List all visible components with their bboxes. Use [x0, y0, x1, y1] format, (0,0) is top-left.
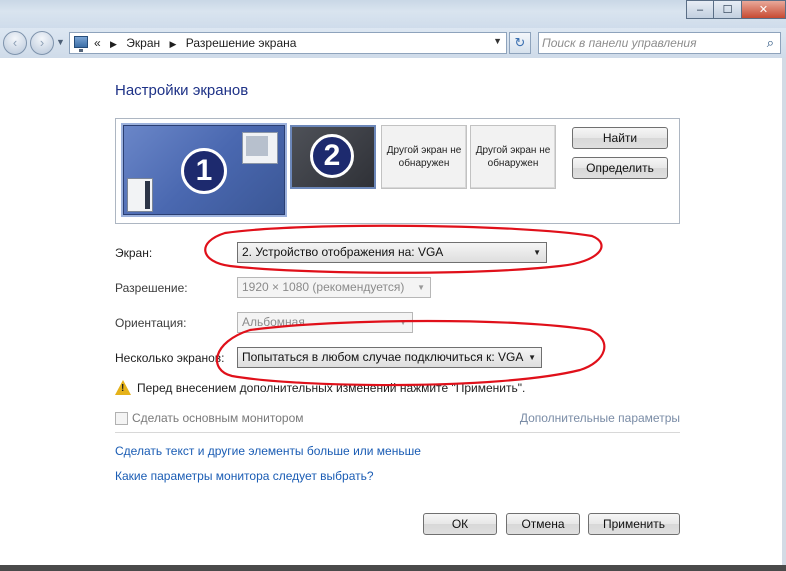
- multiple-displays-select[interactable]: Попытаться в любом случае подключиться к…: [237, 347, 542, 368]
- forward-button[interactable]: ›: [30, 31, 54, 55]
- orientation-select-value: Альбомная: [242, 315, 305, 329]
- warning-icon-mark: !: [121, 383, 125, 394]
- multiple-displays-label: Несколько экранов:: [115, 351, 225, 365]
- text-size-link[interactable]: Сделать текст и другие элементы больше и…: [115, 444, 421, 458]
- resolution-select: 1920 × 1080 (рекомендуется) ▼: [237, 277, 431, 298]
- screen-label: Экран:: [115, 246, 153, 260]
- orientation-label: Ориентация:: [115, 316, 187, 330]
- address-bar[interactable]: « ▶ Экран ▶ Разрешение экрана ▼: [69, 32, 507, 54]
- back-button[interactable]: ‹: [3, 31, 27, 55]
- navigation-bar: ‹ › ▼ « ▶ Экран ▶ Разрешение экрана ▼ ↻ …: [0, 28, 786, 58]
- title-bar: – ☐ ✕: [0, 0, 786, 28]
- breadcrumb-item-resolution[interactable]: Разрешение экрана: [186, 36, 297, 50]
- refresh-button[interactable]: ↻: [509, 32, 531, 54]
- find-button[interactable]: Найти: [572, 127, 668, 149]
- monitor-arrangement-panel: 1 2 Другой экран не обнаружен Другой экр…: [115, 118, 680, 224]
- monitor-2[interactable]: 2: [290, 125, 376, 189]
- address-dropdown-icon[interactable]: ▼: [493, 36, 502, 46]
- window-right-edge: [782, 58, 786, 565]
- chevron-down-icon: ▼: [533, 248, 541, 257]
- monitor-1[interactable]: 1: [123, 125, 285, 215]
- monitor-number: 2: [310, 134, 354, 178]
- multiple-displays-select-value: Попытаться в любом случае подключиться к…: [242, 350, 524, 364]
- chevron-down-icon: ▼: [417, 283, 425, 292]
- identify-button[interactable]: Определить: [572, 157, 668, 179]
- close-button[interactable]: ✕: [742, 0, 786, 19]
- cancel-button[interactable]: Отмена: [506, 513, 580, 535]
- back-arrow-icon: ‹: [12, 35, 18, 50]
- screen-select[interactable]: 2. Устройство отображения на: VGA ▼: [237, 242, 547, 263]
- desktop-window-thumbnail: [242, 132, 278, 164]
- desktop-taskbar-thumbnail: [127, 178, 153, 212]
- window-bottom-edge: [0, 565, 786, 571]
- warning-text: Перед внесением дополнительных изменений…: [137, 381, 526, 395]
- chevron-down-icon: ▼: [528, 353, 536, 362]
- resolution-label: Разрешение:: [115, 281, 188, 295]
- maximize-button[interactable]: ☐: [714, 0, 742, 19]
- monitor-help-link[interactable]: Какие параметры монитора следует выбрать…: [115, 469, 374, 483]
- window-controls: – ☐ ✕: [686, 0, 786, 19]
- page-title: Настройки экранов: [115, 82, 249, 99]
- breadcrumb-item-display[interactable]: Экран: [126, 36, 160, 50]
- advanced-settings-link[interactable]: Дополнительные параметры: [520, 411, 680, 425]
- monitor-number: 1: [181, 148, 227, 194]
- breadcrumb: « ▶ Экран ▶ Разрешение экрана: [94, 36, 296, 50]
- orientation-select: Альбомная ▼: [237, 312, 413, 333]
- breadcrumb-separator-icon: ▶: [169, 39, 177, 49]
- refresh-icon: ↻: [514, 35, 526, 50]
- divider: [115, 432, 680, 433]
- search-input[interactable]: [542, 35, 752, 51]
- make-primary-label: Сделать основным монитором: [132, 411, 304, 425]
- chevron-down-icon: ▼: [399, 318, 407, 327]
- breadcrumb-overflow[interactable]: «: [94, 36, 101, 50]
- undetected-monitor-label: Другой экран не обнаружен: [386, 145, 462, 169]
- control-panel-icon: [74, 36, 88, 52]
- make-primary-checkbox[interactable]: [115, 412, 128, 425]
- recent-pages-dropdown[interactable]: ▼: [56, 37, 65, 47]
- ok-button[interactable]: ОК: [423, 513, 497, 535]
- minimize-button[interactable]: –: [686, 0, 714, 19]
- main-content: Настройки экранов 1 2 Другой экран не об…: [0, 58, 786, 565]
- apply-button[interactable]: Применить: [588, 513, 680, 535]
- undetected-monitor-label: Другой экран не обнаружен: [475, 145, 551, 169]
- undetected-monitor-3[interactable]: Другой экран не обнаружен: [381, 125, 467, 189]
- forward-arrow-icon: ›: [39, 35, 45, 50]
- breadcrumb-separator-icon: ▶: [110, 39, 117, 49]
- resolution-select-value: 1920 × 1080 (рекомендуется): [242, 280, 405, 294]
- search-box: ⌕: [538, 32, 781, 54]
- screen-select-value: 2. Устройство отображения на: VGA: [242, 245, 444, 259]
- undetected-monitor-4[interactable]: Другой экран не обнаружен: [470, 125, 556, 189]
- search-icon[interactable]: ⌕: [767, 35, 774, 51]
